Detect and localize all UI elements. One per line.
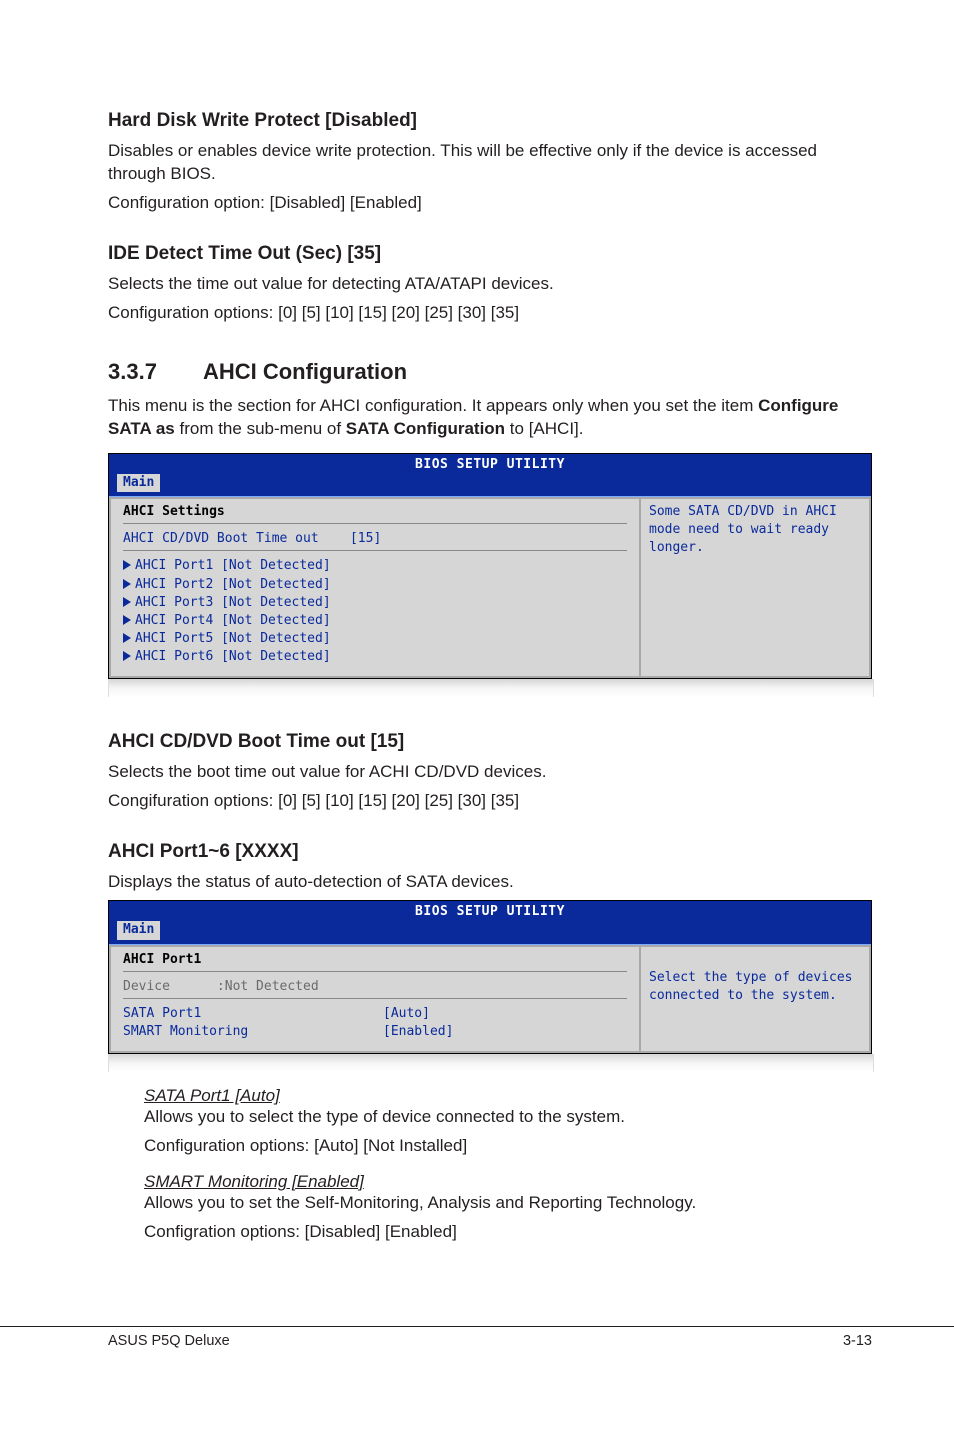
smart-p2: Configration options: [Disabled] [Enable…	[144, 1221, 872, 1244]
bios-row-smart-label: SMART Monitoring	[123, 1023, 383, 1041]
bios-tab-main: Main	[117, 921, 160, 939]
bios-title: BIOS SETUP UTILITY	[109, 901, 871, 921]
bios-port6: AHCI Port6 [Not Detected]	[135, 649, 331, 664]
bios-panel-ahci-settings: BIOS SETUP UTILITY Main AHCI Settings AH…	[108, 453, 872, 680]
triangle-icon	[123, 579, 131, 589]
bios-fade	[108, 679, 874, 697]
bios-fade	[108, 1054, 874, 1072]
ahci-boot-p2: Congifuration options: [0] [5] [10] [15]…	[108, 790, 872, 813]
bios-left-title: AHCI Settings	[123, 503, 627, 521]
bios-port-row: AHCI Port4 [Not Detected]	[123, 612, 627, 630]
sata-port1-p2: Configuration options: [Auto] [Not Insta…	[144, 1135, 872, 1158]
bios-port4: AHCI Port4 [Not Detected]	[135, 613, 331, 628]
bios-boot-timeout-line: AHCI CD/DVD Boot Time out [15]	[123, 530, 627, 548]
triangle-icon	[123, 633, 131, 643]
ahci-port-heading: AHCI Port1~6 [XXXX]	[108, 841, 872, 863]
smart-p1: Allows you to set the Self-Monitoring, A…	[144, 1192, 872, 1215]
bios-title: BIOS SETUP UTILITY	[109, 454, 871, 474]
bios-left-pane: AHCI Settings AHCI CD/DVD Boot Time out …	[109, 497, 639, 679]
triangle-icon	[123, 560, 131, 570]
intro-a: This menu is the section for AHCI config…	[108, 396, 758, 415]
bios-help-pane: Select the type of devices connected to …	[639, 945, 871, 1054]
triangle-icon	[123, 615, 131, 625]
bios-row-sata-port1-label: SATA Port1	[123, 1005, 383, 1023]
bios-help-text: Select the type of devices connected to …	[649, 969, 859, 1005]
ide-detect-p2: Configuration options: [0] [5] [10] [15]…	[108, 302, 872, 325]
bios-port1: AHCI Port1 [Not Detected]	[135, 558, 331, 573]
hard-disk-p1: Disables or enables device write protect…	[108, 140, 872, 186]
sata-port1-subheading: SATA Port1 [Auto]	[144, 1086, 872, 1106]
ahci-boot-heading: AHCI CD/DVD Boot Time out [15]	[108, 731, 872, 753]
intro-e: to [AHCI].	[505, 419, 583, 438]
ahci-port-p1: Displays the status of auto-detection of…	[108, 871, 872, 894]
bios-left-title: AHCI Port1	[123, 951, 627, 969]
bios-device-line: Device :Not Detected	[123, 978, 627, 996]
sata-port1-p1: Allows you to select the type of device …	[144, 1106, 872, 1129]
footer-right: 3-13	[843, 1333, 872, 1349]
intro-d: SATA Configuration	[346, 419, 505, 438]
bios-port5: AHCI Port5 [Not Detected]	[135, 631, 331, 646]
bios-port2: AHCI Port2 [Not Detected]	[135, 577, 331, 592]
bios-port3: AHCI Port3 [Not Detected]	[135, 595, 331, 610]
bios-port-row: AHCI Port6 [Not Detected]	[123, 648, 627, 666]
footer-left: ASUS P5Q Deluxe	[108, 1333, 230, 1349]
bios-port-row: AHCI Port5 [Not Detected]	[123, 630, 627, 648]
ide-detect-heading: IDE Detect Time Out (Sec) [35]	[108, 243, 872, 265]
bios-panel-ahci-port1: BIOS SETUP UTILITY Main AHCI Port1 Devic…	[108, 900, 872, 1054]
section-title: 3.3.7 AHCI Configuration	[108, 359, 872, 385]
bios-row-smart-value: [Enabled]	[383, 1023, 453, 1041]
ahci-boot-p1: Selects the boot time out value for ACHI…	[108, 761, 872, 784]
section-intro: This menu is the section for AHCI config…	[108, 395, 872, 441]
ide-detect-p1: Selects the time out value for detecting…	[108, 273, 872, 296]
bios-port-row: AHCI Port1 [Not Detected]	[123, 557, 627, 575]
bios-port-row: AHCI Port2 [Not Detected]	[123, 576, 627, 594]
bios-left-pane: AHCI Port1 Device :Not Detected SATA Por…	[109, 945, 639, 1054]
bios-tab-main: Main	[117, 474, 160, 492]
hard-disk-heading: Hard Disk Write Protect [Disabled]	[108, 110, 872, 132]
triangle-icon	[123, 651, 131, 661]
section-number: 3.3.7	[108, 359, 157, 385]
bios-help-pane: Some SATA CD/DVD in AHCI mode need to wa…	[639, 497, 871, 679]
page-footer: ASUS P5Q Deluxe 3-13	[0, 1326, 954, 1389]
triangle-icon	[123, 597, 131, 607]
section-name: AHCI Configuration	[203, 359, 407, 384]
bios-row-sata-port1-value: [Auto]	[383, 1005, 430, 1023]
smart-subheading: SMART Monitoring [Enabled]	[144, 1172, 872, 1192]
hard-disk-p2: Configuration option: [Disabled] [Enable…	[108, 192, 872, 215]
bios-port-row: AHCI Port3 [Not Detected]	[123, 594, 627, 612]
intro-c: from the sub-menu of	[175, 419, 346, 438]
